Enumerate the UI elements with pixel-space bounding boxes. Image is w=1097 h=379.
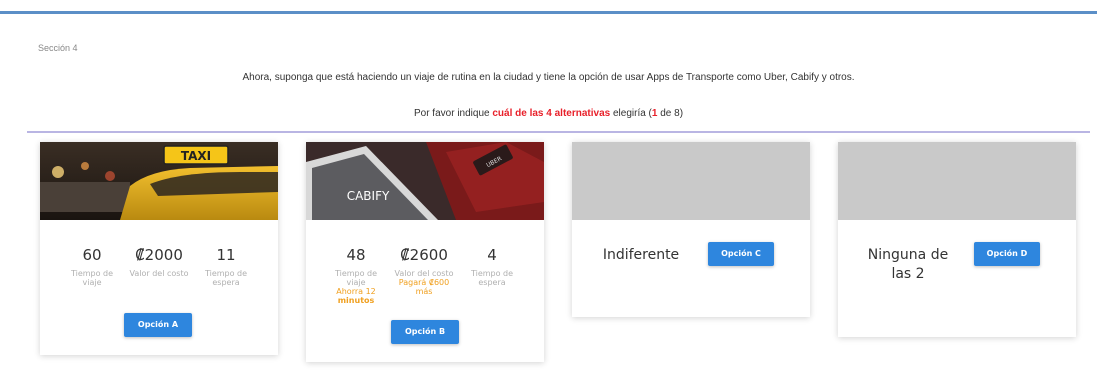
instruction-prefix: Por favor indique — [413, 108, 493, 119]
stat-value: 11 — [216, 246, 236, 264]
stat-wait-time: 11 Tiempo de espera — [196, 246, 256, 287]
stat-travel-time: 60 Tiempo de viaje — [62, 246, 122, 287]
stat-value: 48 — [346, 246, 366, 264]
option-a-button[interactable]: Opción A — [124, 313, 192, 337]
instruction-mid: elegiría ( — [610, 108, 652, 119]
taxi-image: TAXI — [40, 142, 278, 220]
option-card-b[interactable]: UBER CABIFY 48 Tiempo de viaje Ahorra 12… — [306, 142, 544, 362]
stat-value: ₡2000 — [135, 246, 183, 264]
stat-label: Tiempo de viaje — [334, 269, 378, 287]
taxi-sign-text: TAXI — [181, 149, 211, 163]
option-card-a[interactable]: TAXI 60 Tiempo de viaje ₡2000 Valor del … — [40, 142, 278, 355]
stat-wait-time: 4 Tiempo de espera — [462, 246, 522, 287]
note-text: Ahorra 12 — [336, 287, 376, 296]
stat-label: Tiempo de espera — [470, 269, 514, 287]
section-label: Sección 4 — [38, 43, 78, 53]
stat-label: Tiempo de viaje — [70, 269, 114, 287]
instruction-text: Por favor indique cuál de las 4 alternat… — [0, 108, 1097, 119]
stat-cost: ₡2000 Valor del costo — [129, 246, 189, 278]
top-border — [0, 11, 1097, 14]
instruction-suffix: de 8) — [657, 108, 684, 119]
intro-text: Ahora, suponga que está haciendo un viaj… — [242, 72, 855, 83]
option-b-button[interactable]: Opción B — [391, 320, 459, 344]
option-d-text: Ninguna de las 2 — [867, 247, 949, 282]
stat-label: Tiempo de espera — [204, 269, 248, 287]
stat-value: 60 — [82, 246, 102, 264]
placeholder-image — [572, 142, 810, 220]
stat-travel-time: 48 Tiempo de viaje Ahorra 12 minutos — [326, 246, 386, 305]
cabify-logo-text: CABIFY — [347, 189, 390, 203]
instruction-highlight: cuál de las 4 alternativas — [492, 108, 611, 119]
option-c-text: Indiferente — [602, 247, 680, 263]
cabify-image: UBER CABIFY — [306, 142, 544, 220]
stat-label: Valor del costo — [129, 269, 189, 278]
stat-cost: ₡2600 Valor del costo Pagará ₡600 más — [394, 246, 454, 296]
extra-cost-note: Pagará ₡600 más — [398, 278, 450, 296]
option-card-c[interactable]: Indiferente Opción C — [572, 142, 810, 317]
placeholder-image — [838, 142, 1076, 220]
note-bold: minutos — [337, 296, 375, 305]
option-card-d[interactable]: Ninguna de las 2 Opción D — [838, 142, 1076, 337]
time-saving-note: Ahorra 12 minutos — [326, 287, 386, 305]
option-c-button[interactable]: Opción C — [708, 242, 774, 266]
option-d-button[interactable]: Opción D — [974, 242, 1040, 266]
stat-label: Valor del costo — [394, 269, 454, 278]
stat-value: 4 — [487, 246, 497, 264]
stat-value: ₡2600 — [400, 246, 448, 264]
section-divider — [27, 131, 1090, 133]
